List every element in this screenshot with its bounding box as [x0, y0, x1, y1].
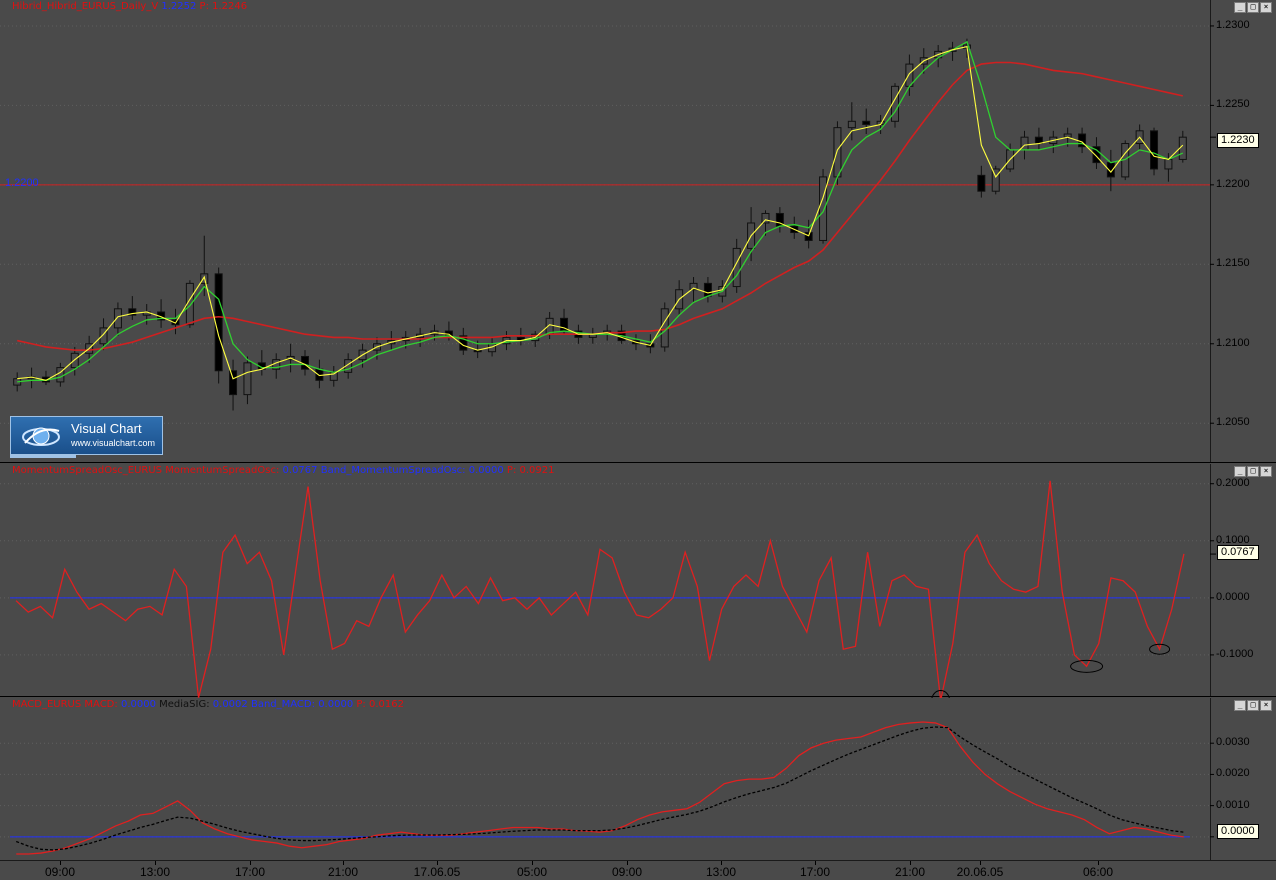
close-icon[interactable]: × — [1260, 466, 1272, 477]
candle-body — [99, 327, 108, 345]
candle-body — [804, 232, 813, 241]
mid-moving-average — [17, 40, 1184, 383]
macd-legend-p: P: 0.0162 — [356, 699, 404, 710]
price-legend-name: Hibrid_Hibrid_EURUS_Daily_V — [12, 1, 159, 12]
candle-body — [229, 370, 238, 396]
momentum-line — [15, 480, 1185, 701]
macd-tick-label: 0.0020 — [1216, 767, 1250, 780]
osc-legend-value-a: 0.0767 — [282, 465, 318, 476]
minimize-icon[interactable]: _ — [1234, 466, 1246, 477]
maximize-icon[interactable]: □ — [1247, 2, 1259, 13]
osc-legend-p: P: 0.0921 — [506, 465, 555, 476]
candle-body — [70, 352, 79, 369]
oscillator-legend: MomentumSpreadOsc_EURUS MomentumSpreadOs… — [12, 465, 555, 476]
minimize-icon[interactable]: _ — [1234, 2, 1246, 13]
macd-legend-series-b: MediaSIG: — [159, 699, 210, 710]
time-axis-label: 06:00 — [1082, 865, 1114, 879]
macd-legend-value-a: 0.0000 — [120, 699, 156, 710]
candle-body — [243, 362, 252, 396]
logo-underline — [10, 455, 76, 458]
close-icon[interactable]: × — [1260, 2, 1272, 13]
candle-body — [703, 282, 712, 297]
osc-legend-value-b: 0.0000 — [468, 465, 504, 476]
time-axis-label: 21:00 — [894, 865, 926, 879]
osc-tick-label: 0.1000 — [1216, 533, 1250, 546]
price-legend-value: 1.2252 — [161, 1, 197, 12]
signal-line — [15, 726, 1184, 851]
osc-tick-label: 0.2000 — [1216, 476, 1250, 489]
osc-tick-label: 0.0000 — [1216, 590, 1250, 603]
candle-body — [1164, 158, 1173, 170]
time-axis-label: 05:00 — [516, 865, 548, 879]
candle-body — [214, 273, 223, 372]
visual-chart-logo: Visual Chart www.visualchart.com — [10, 416, 163, 455]
price-legend: Hibrid_Hibrid_EURUS_Daily_V 1.2252 P: 1.… — [12, 1, 247, 12]
logo-title: Visual Chart — [71, 421, 142, 436]
osc-legend-series-a: MomentumSpreadOsc_EURUS MomentumSpreadOs… — [12, 465, 280, 476]
minimize-icon[interactable]: _ — [1234, 700, 1246, 711]
macd-tick-label: 0.0030 — [1216, 736, 1250, 749]
candle-body — [847, 120, 856, 129]
close-icon[interactable]: × — [1260, 700, 1272, 711]
macd-legend-series-a: MACD_EURUS MACD: — [12, 699, 118, 710]
candle-body — [761, 212, 770, 224]
price-tick-label: 1.2200 — [1216, 177, 1250, 190]
candle-body — [833, 127, 842, 178]
time-axis-label: 17:00 — [234, 865, 266, 879]
macd-last-value: 0.0000 — [1217, 824, 1259, 839]
macd-legend-value-c: 0.0000 — [318, 699, 354, 710]
fast-moving-average — [17, 45, 1184, 381]
time-axis-label: 13:00 — [705, 865, 737, 879]
oscillator-panel: MomentumSpreadOsc_EURUS MomentumSpreadOs… — [0, 464, 1276, 712]
macd-window-buttons: _ □ × — [1234, 700, 1272, 711]
candle-body — [862, 120, 871, 125]
price-tick-label: 1.2100 — [1216, 336, 1250, 349]
maximize-icon[interactable]: □ — [1247, 466, 1259, 477]
macd-line — [16, 721, 1184, 855]
price-tick-label: 1.2300 — [1216, 18, 1250, 31]
candle-body — [113, 308, 122, 329]
candle-body — [1150, 130, 1159, 170]
time-axis-label: 17:00 — [799, 865, 831, 879]
logo-swoosh-icon — [22, 427, 60, 446]
price-tick-label: 1.2150 — [1216, 257, 1250, 270]
candle-body — [977, 174, 986, 192]
price-tick-label: 1.2250 — [1216, 98, 1250, 111]
macd-chart[interactable] — [0, 698, 1276, 860]
time-axis-label: 09:00 — [611, 865, 643, 879]
osc-legend-series-b: Band_MomentumSpreadOsc: — [320, 465, 466, 476]
macd-legend: MACD_EURUS MACD: 0.0000 MediaSIG: 0.0002… — [12, 699, 404, 710]
time-axis: 09:00 13:00 17:00 21:00 17.06.05 05:00 09:00 13… — [0, 860, 1276, 880]
time-axis-label: 20.06.05 — [956, 865, 1004, 879]
price-window-buttons: _ □ × — [1234, 2, 1272, 13]
candle-body — [819, 176, 828, 241]
macd-legend-series-c: Band_MACD: — [250, 699, 315, 710]
time-axis-label: 17.06.05 — [413, 865, 461, 879]
price-panel: Hibrid_Hibrid_EURUS_Daily_V 1.2252 P: 1.… — [0, 0, 1276, 463]
macd-panel: MACD_EURUS MACD: 0.0000 MediaSIG: 0.0002… — [0, 698, 1276, 860]
maximize-icon[interactable]: □ — [1247, 700, 1259, 711]
macd-tick-label: 0.0010 — [1216, 798, 1250, 811]
osc-last-value: 0.0767 — [1217, 545, 1259, 560]
price-legend-p: P: 1.2246 — [199, 1, 248, 12]
level-label: 1.2200 — [5, 177, 39, 189]
time-axis-label: 09:00 — [44, 865, 76, 879]
macd-legend-value-b: 0.0002 — [212, 699, 248, 710]
price-chart[interactable] — [0, 0, 1276, 463]
osc-tick-label: -0.1000 — [1216, 647, 1254, 660]
logo-url: www.visualchart.com — [71, 438, 156, 448]
time-axis-label: 21:00 — [327, 865, 359, 879]
time-axis-label: 13:00 — [139, 865, 171, 879]
oscillator-window-buttons: _ □ × — [1234, 466, 1272, 477]
price-tick-label: 1.2050 — [1216, 416, 1250, 429]
oscillator-chart[interactable] — [0, 464, 1276, 712]
price-last-value: 1.2230 — [1217, 133, 1259, 148]
